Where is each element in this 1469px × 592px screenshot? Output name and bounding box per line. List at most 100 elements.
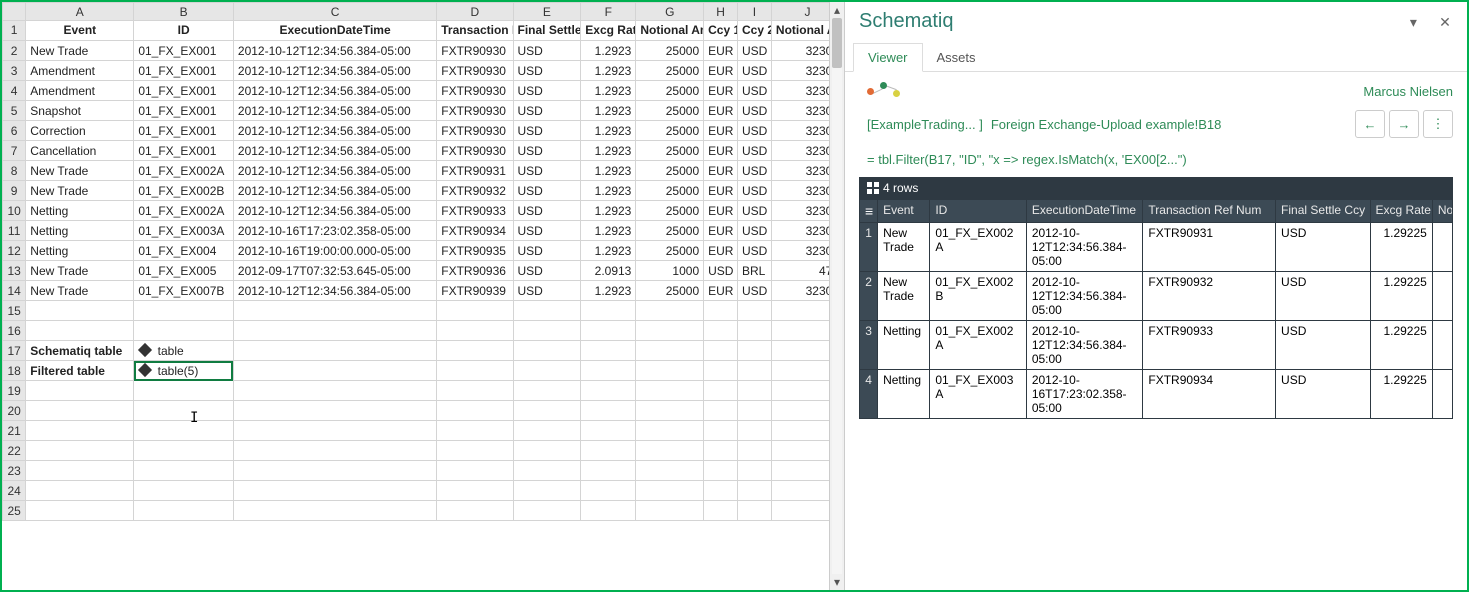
header-cell[interactable]: Notional Amount 1 [636, 21, 704, 41]
row-4[interactable]: 4 [3, 81, 26, 101]
result-col[interactable]: ExecutionDateTime [1026, 200, 1143, 223]
cell[interactable]: 25000 [636, 41, 704, 61]
row-20[interactable]: 20 [3, 401, 26, 421]
cell[interactable]: FXTR90930 [437, 101, 513, 121]
cell[interactable] [437, 421, 513, 441]
cell[interactable]: EUR [704, 41, 738, 61]
col-H[interactable]: H [704, 3, 738, 21]
row-12[interactable]: 12 [3, 241, 26, 261]
more-button[interactable]: ⋮ [1423, 110, 1453, 138]
cell[interactable] [581, 361, 636, 381]
cell[interactable] [738, 381, 772, 401]
row-5[interactable]: 5 [3, 101, 26, 121]
cell[interactable]: 2012-10-12T12:34:56.384-05:00 [233, 181, 436, 201]
cell[interactable] [134, 321, 234, 341]
cell[interactable]: 01_FX_EX001 [134, 41, 234, 61]
cell[interactable]: FXTR90930 [437, 41, 513, 61]
row-21[interactable]: 21 [3, 421, 26, 441]
cell[interactable]: New Trade [26, 41, 134, 61]
cell[interactable] [233, 301, 436, 321]
result-table[interactable]: EventIDExecutionDateTimeTransaction Ref … [859, 199, 1453, 419]
result-cell[interactable]: USD [1276, 370, 1370, 419]
cell[interactable] [437, 341, 513, 361]
cell[interactable] [26, 321, 134, 341]
col-A[interactable]: A [26, 3, 134, 21]
result-cell[interactable]: 1.29225 [1370, 223, 1432, 272]
header-cell[interactable]: Ccy 2 [738, 21, 772, 41]
cell[interactable] [738, 441, 772, 461]
cell[interactable]: FXTR90930 [437, 61, 513, 81]
cell[interactable] [134, 421, 234, 441]
cell[interactable] [636, 381, 704, 401]
cell[interactable]: EUR [704, 281, 738, 301]
cell[interactable] [581, 461, 636, 481]
col-I[interactable]: I [738, 3, 772, 21]
cell[interactable]: 25000 [636, 241, 704, 261]
result-cell[interactable]: 01_FX_EX002B [930, 272, 1026, 321]
scroll-thumb[interactable] [832, 18, 842, 68]
cell[interactable]: USD [513, 281, 581, 301]
cell[interactable] [233, 321, 436, 341]
cell[interactable]: 1.2923 [581, 181, 636, 201]
cell[interactable] [636, 461, 704, 481]
cell[interactable] [26, 461, 134, 481]
cell[interactable] [513, 461, 581, 481]
cell[interactable]: 25000 [636, 121, 704, 141]
result-cell[interactable]: USD [1276, 321, 1370, 370]
cell[interactable]: 2012-10-12T12:34:56.384-05:00 [233, 141, 436, 161]
cell[interactable]: EUR [704, 61, 738, 81]
result-col[interactable]: Final Settle Ccy [1276, 200, 1370, 223]
cell[interactable]: 2012-10-12T12:34:56.384-05:00 [233, 61, 436, 81]
cell[interactable]: USD [738, 81, 772, 101]
cell[interactable] [704, 341, 738, 361]
cell[interactable] [513, 381, 581, 401]
cell[interactable]: EUR [704, 201, 738, 221]
cell[interactable]: USD [513, 101, 581, 121]
cell[interactable]: 2012-10-16T17:23:02.358-05:00 [233, 221, 436, 241]
result-cell[interactable]: FXTR90933 [1143, 321, 1276, 370]
result-cell[interactable]: Netting [878, 321, 930, 370]
result-cell[interactable]: USD [1276, 223, 1370, 272]
cell[interactable]: New Trade [26, 281, 134, 301]
result-rownum[interactable]: 3 [860, 321, 878, 370]
cell[interactable]: 2012-10-12T12:34:56.384-05:00 [233, 121, 436, 141]
row-13[interactable]: 13 [3, 261, 26, 281]
cell[interactable]: 2012-10-12T12:34:56.384-05:00 [233, 201, 436, 221]
cell[interactable] [704, 421, 738, 441]
cell[interactable] [636, 321, 704, 341]
cell[interactable]: USD [738, 281, 772, 301]
vertical-scrollbar[interactable]: ▴ ▾ [829, 2, 844, 590]
back-button[interactable]: ← [1355, 110, 1385, 138]
cell[interactable]: FXTR90939 [437, 281, 513, 301]
row-7[interactable]: 7 [3, 141, 26, 161]
cell[interactable]: Amendment [26, 61, 134, 81]
cell[interactable]: New Trade [26, 161, 134, 181]
cell[interactable]: 01_FX_EX002B [134, 181, 234, 201]
select-all-cell[interactable] [3, 3, 26, 21]
cell[interactable]: 2012-10-12T12:34:56.384-05:00 [233, 101, 436, 121]
cell[interactable] [233, 421, 436, 441]
cell[interactable]: 01_FX_EX001 [134, 101, 234, 121]
cell[interactable] [437, 481, 513, 501]
cell[interactable]: 2012-10-12T12:34:56.384-05:00 [233, 161, 436, 181]
cell[interactable]: FXTR90930 [437, 141, 513, 161]
result-cell[interactable]: Netting [878, 370, 930, 419]
cell[interactable]: 1.2923 [581, 221, 636, 241]
cell[interactable] [581, 341, 636, 361]
cell[interactable] [26, 401, 134, 421]
cell[interactable]: 1.2923 [581, 81, 636, 101]
row-24[interactable]: 24 [3, 481, 26, 501]
forward-button[interactable]: → [1389, 110, 1419, 138]
cell[interactable]: FXTR90930 [437, 81, 513, 101]
cell[interactable] [437, 381, 513, 401]
dropdown-icon[interactable]: ▾ [1405, 14, 1421, 31]
result-col[interactable]: Transaction Ref Num [1143, 200, 1276, 223]
row-10[interactable]: 10 [3, 201, 26, 221]
cell[interactable]: Netting [26, 221, 134, 241]
cell[interactable]: FXTR90933 [437, 201, 513, 221]
cell[interactable] [513, 401, 581, 421]
cell[interactable]: FXTR90932 [437, 181, 513, 201]
header-cell[interactable]: Excg Rate [581, 21, 636, 41]
cell[interactable]: 2.0913 [581, 261, 636, 281]
cell[interactable] [513, 441, 581, 461]
